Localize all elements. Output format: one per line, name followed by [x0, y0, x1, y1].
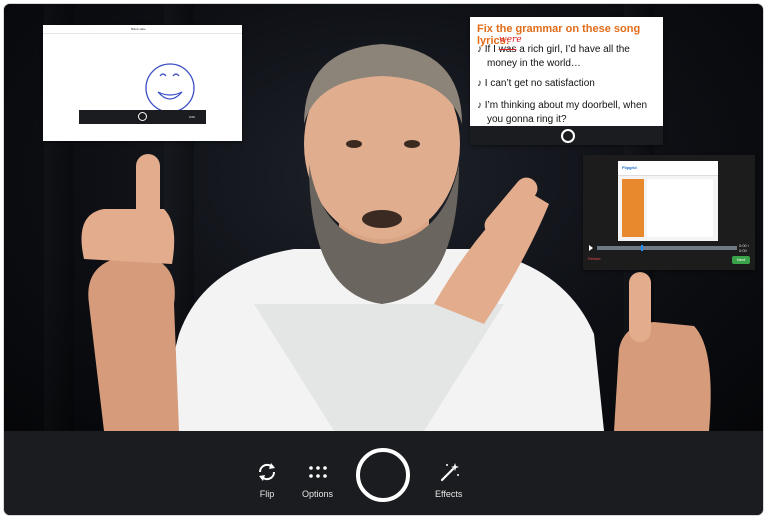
lyrics-line-2: ♪ I can’t get no satisfaction	[477, 78, 595, 89]
site-sidebar	[622, 179, 644, 237]
lyrics-line-3-cont: you gonna ring it?	[487, 114, 567, 125]
effects-label: Effects	[435, 489, 463, 499]
lyrics-line-1-cont: money in the world…	[487, 58, 581, 69]
flip-button[interactable]: Flip	[256, 461, 278, 499]
options-button[interactable]: Options	[302, 461, 333, 499]
smiley-drawing	[145, 63, 195, 113]
screen-recording-thumbnail[interactable]: Flipgrid 0:00 / 0:00 Retake Next	[583, 155, 755, 270]
flip-label: Flip	[259, 489, 275, 499]
whiteboard-topbar: Blank slate	[43, 25, 242, 34]
whiteboard-control-bar: 0:00	[79, 110, 206, 124]
lyrics-line-1: ♪ If I was a rich girl, I’d have all the	[477, 43, 657, 57]
lyrics-line-3: ♪ I’m thinking about my doorbell, when	[477, 100, 648, 111]
record-button[interactable]	[356, 448, 410, 502]
lyrics-line-1-rest: a rich girl, I’d have all the	[516, 44, 630, 55]
flip-icon	[258, 463, 276, 481]
whiteboard-time: 0:00	[189, 115, 195, 119]
retake-link[interactable]: Retake	[588, 256, 601, 261]
lyrics-record-button[interactable]	[561, 129, 575, 143]
whiteboard-record-button[interactable]	[138, 112, 147, 121]
site-content	[647, 179, 713, 237]
lyrics-line-1-prefix: ♪ If I	[477, 44, 499, 55]
video-timeline[interactable]	[589, 245, 751, 251]
lyrics-slide-thumbnail[interactable]: Fix the grammar on these song lyrics: we…	[470, 17, 663, 145]
lyrics-control-bar	[470, 126, 663, 145]
camera-window: Blank slate 0:00 Fix the grammar on thes…	[4, 4, 763, 515]
options-label: Options	[302, 489, 334, 499]
options-grid-icon	[308, 466, 327, 478]
site-logo: Flipgrid	[622, 165, 637, 170]
next-button[interactable]: Next	[732, 256, 750, 264]
magic-wand-icon	[440, 463, 459, 482]
browser-window: Flipgrid	[618, 161, 718, 241]
timeline-time: 0:00 / 0:00	[739, 243, 750, 253]
whiteboard-title: Blank slate	[131, 27, 146, 31]
camera-preview: Blank slate 0:00 Fix the grammar on thes…	[4, 4, 763, 431]
camera-control-bar: Flip Options Effects	[4, 431, 763, 515]
effects-button[interactable]: Effects	[435, 461, 462, 499]
browser-header: Flipgrid	[618, 161, 718, 176]
struck-word: was	[498, 44, 517, 55]
whiteboard-thumbnail[interactable]: Blank slate 0:00	[43, 25, 242, 141]
